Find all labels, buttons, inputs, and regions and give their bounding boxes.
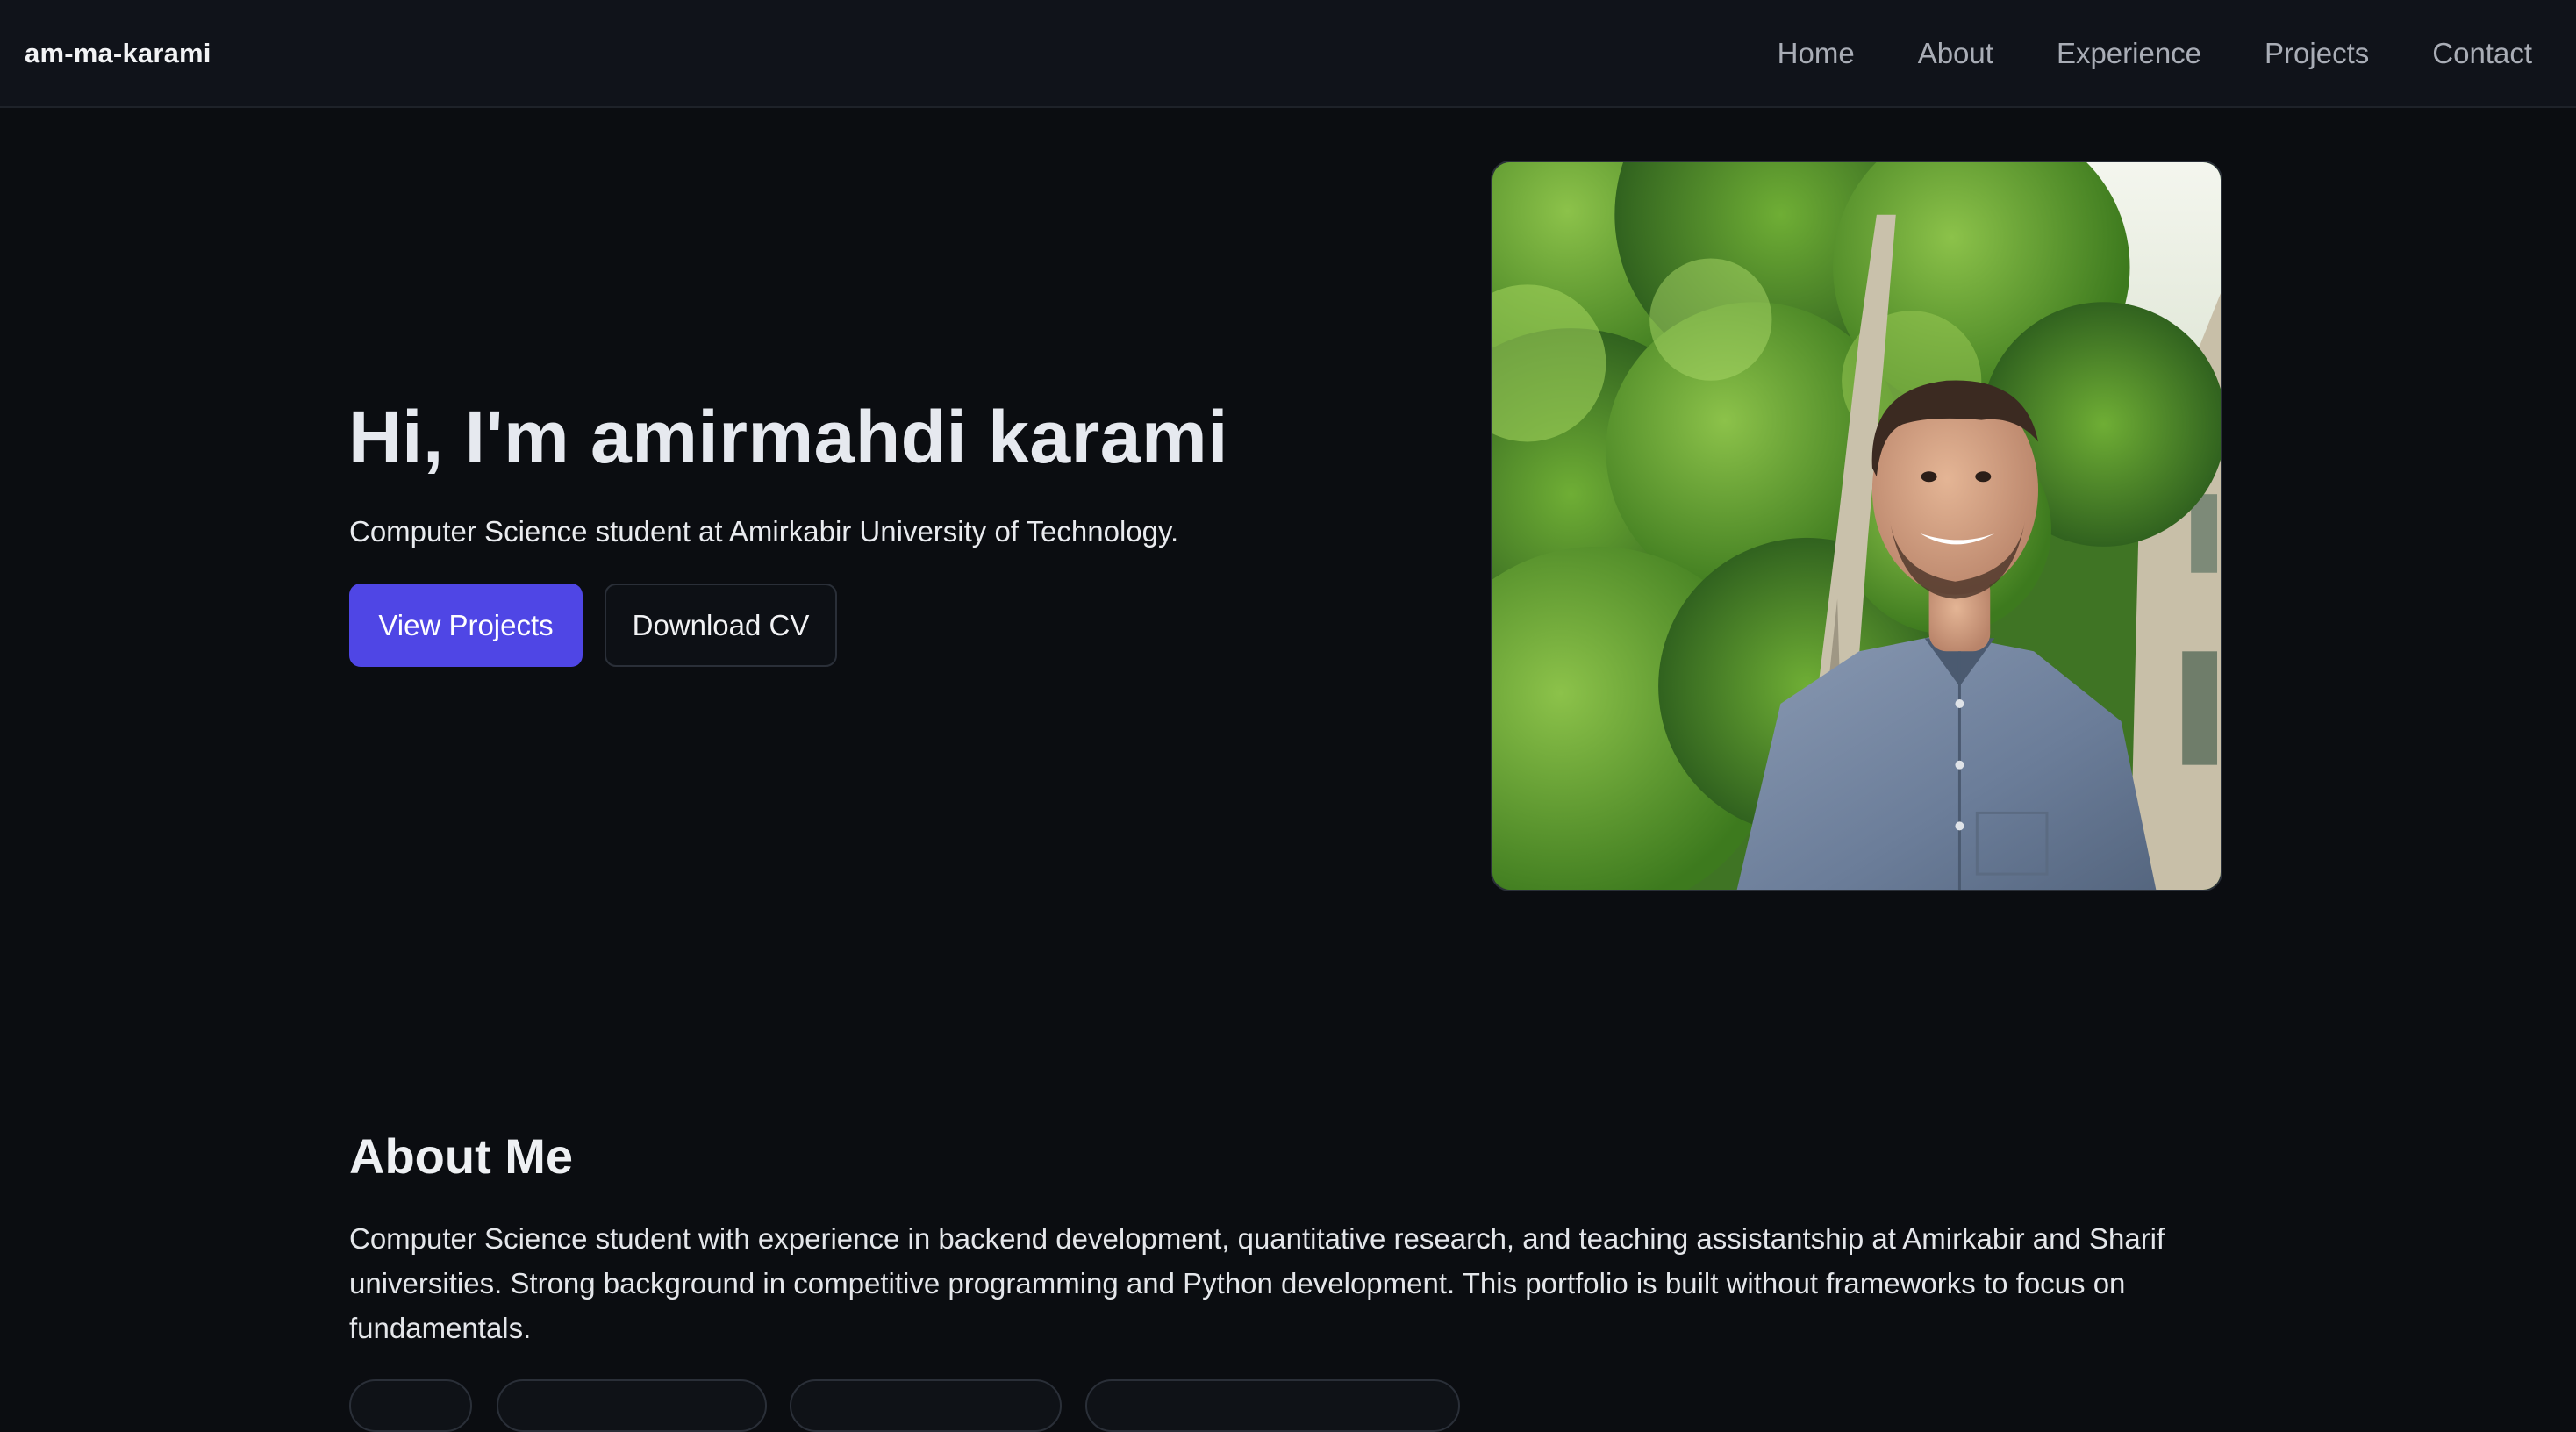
nav-link-experience[interactable]: Experience [2057,37,2201,70]
top-navbar: am-ma-karami Home About Experience Proje… [0,0,2576,108]
site-brand[interactable]: am-ma-karami [25,38,211,69]
nav-link-contact[interactable]: Contact [2432,37,2532,70]
profile-photo-illustration [1492,162,2221,890]
about-title: About Me [349,1128,574,1184]
skill-chip [790,1379,1062,1432]
download-cv-button[interactable]: Download CV [605,584,837,667]
nav-link-projects[interactable]: Projects [2265,37,2369,70]
skill-chip [349,1379,472,1432]
profile-photo [1491,161,2222,891]
hero-title: Hi, I'm amirmahdi karami [348,396,1229,478]
nav-link-home[interactable]: Home [1778,37,1855,70]
about-text: Computer Science student with experience… [349,1222,2165,1344]
nav-links: Home About Experience Projects Contact [1778,37,2532,70]
view-projects-button[interactable]: View Projects [349,584,583,667]
skill-chip [1085,1379,1460,1432]
skill-chip [497,1379,767,1432]
hero-subtitle: Computer Science student at Amirkabir Un… [349,515,1179,548]
nav-link-about[interactable]: About [1918,37,1993,70]
